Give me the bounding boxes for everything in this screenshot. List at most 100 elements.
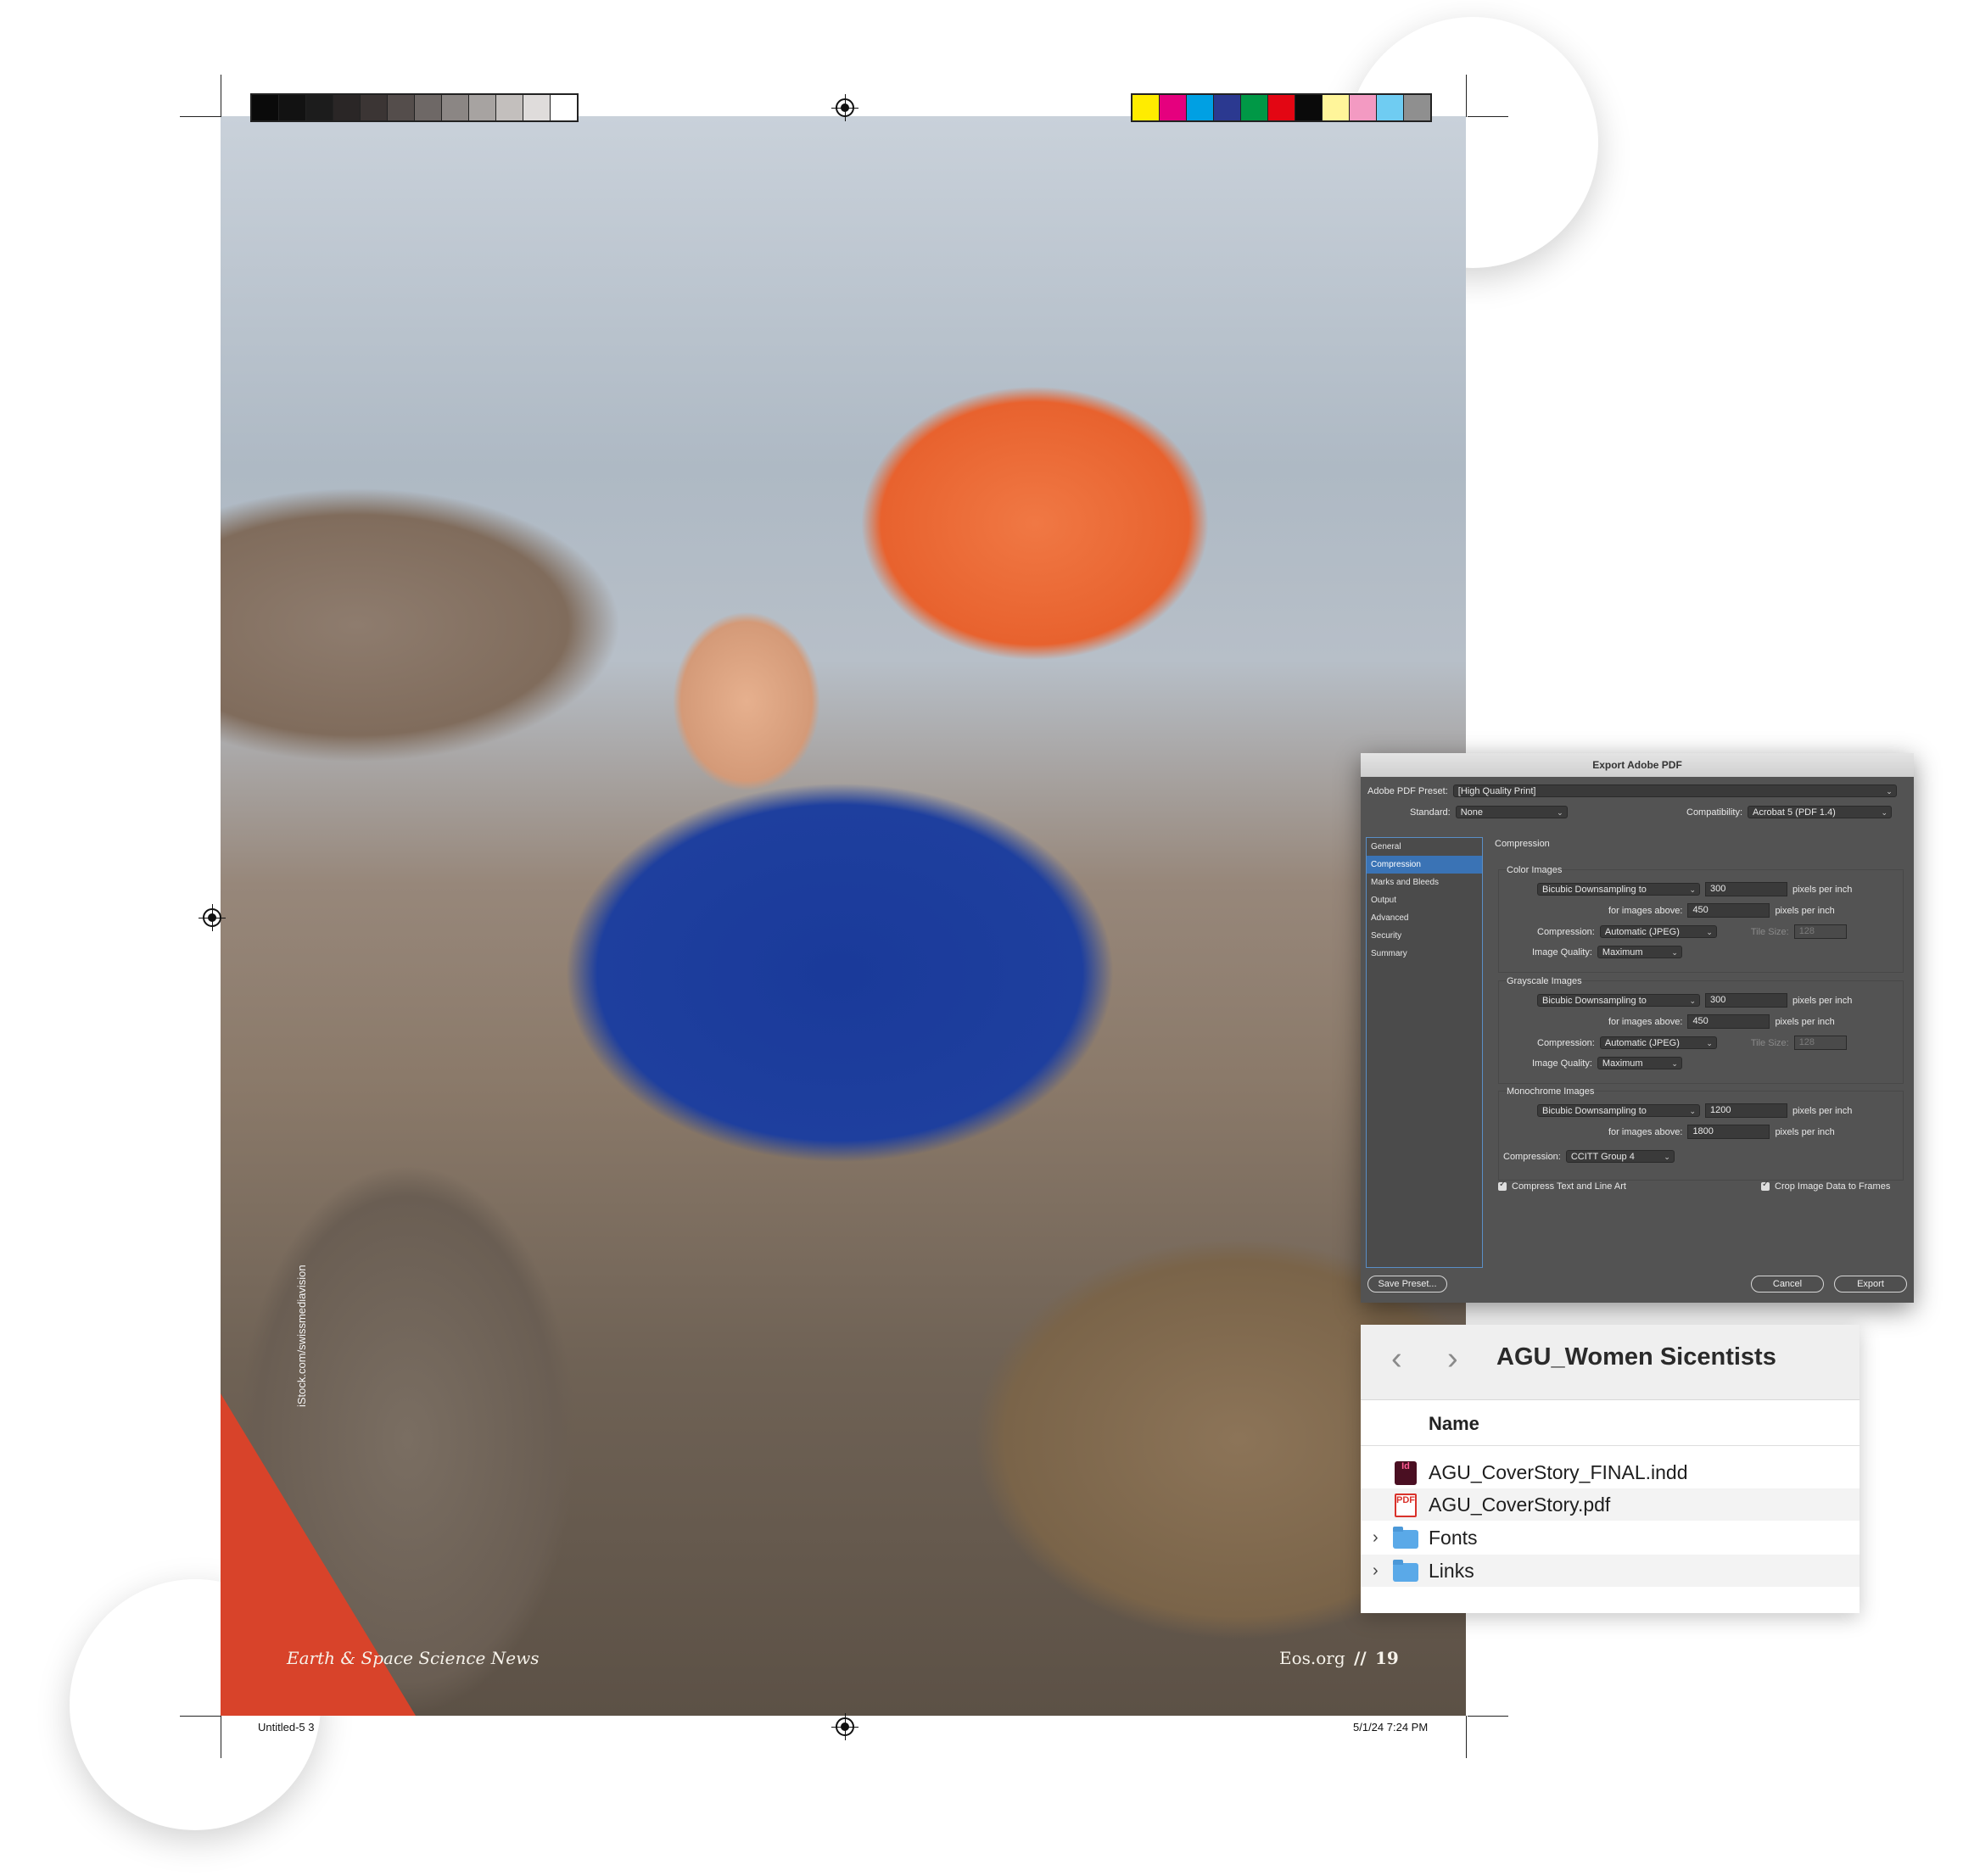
- grayscale-above-field[interactable]: 450: [1687, 1014, 1770, 1029]
- color-swatch: [496, 95, 523, 120]
- color-swatch: [279, 95, 306, 120]
- checkbox-checked-icon[interactable]: [1761, 1180, 1770, 1191]
- color-swatch: [551, 95, 577, 120]
- chevron-down-icon: ⌄: [1689, 1107, 1696, 1115]
- monochrome-compression-select[interactable]: CCITT Group 4 ⌄: [1565, 1150, 1675, 1163]
- color-swatch: [306, 95, 333, 120]
- sidebar-item-compression[interactable]: Compression: [1367, 856, 1482, 874]
- grayscale-downsampling-select[interactable]: Bicubic Downsampling to ⌄: [1537, 994, 1700, 1007]
- preset-label: Adobe PDF Preset:: [1367, 785, 1448, 796]
- sidebar-item-security[interactable]: Security: [1367, 927, 1482, 945]
- color-quality-label: Image Quality:: [1532, 946, 1592, 958]
- indesign-file-icon: Id: [1395, 1461, 1417, 1485]
- color-swatch: [1295, 95, 1323, 120]
- chevron-down-icon: ⌄: [1881, 808, 1888, 817]
- cancel-button[interactable]: Cancel: [1751, 1276, 1824, 1293]
- folder-row-links[interactable]: › Links: [1361, 1555, 1860, 1587]
- monochrome-compression-label: Compression:: [1503, 1151, 1561, 1162]
- save-preset-button[interactable]: Save Preset...: [1367, 1276, 1447, 1293]
- registration-mark-top: [831, 94, 858, 121]
- dialog-title: Export Adobe PDF: [1361, 753, 1914, 777]
- chevron-down-icon: ⌄: [1706, 1039, 1713, 1047]
- standard-label: Standard:: [1410, 807, 1451, 818]
- checkbox-checked-icon[interactable]: [1498, 1180, 1507, 1191]
- grayscale-quality-value: Maximum: [1602, 1058, 1643, 1069]
- folio-page-number: 19: [1375, 1648, 1399, 1668]
- grayscale-above-label: for images above:: [1608, 1016, 1683, 1027]
- compatibility-select[interactable]: Acrobat 5 (PDF 1.4) ⌄: [1748, 806, 1893, 818]
- folder-row-fonts[interactable]: › Fonts: [1361, 1521, 1860, 1554]
- monochrome-above-unit: pixels per inch: [1775, 1126, 1835, 1137]
- compress-text-checkbox[interactable]: Compress Text and Line Art: [1498, 1180, 1626, 1192]
- crop-mark: [1466, 75, 1467, 117]
- color-swatch: [1404, 95, 1430, 120]
- folio-page: Eos.org // 19: [1279, 1648, 1399, 1668]
- color-swatch: [252, 95, 279, 120]
- forward-chevron-icon[interactable]: ›: [1447, 1342, 1458, 1376]
- monochrome-ppi-unit: pixels per inch: [1792, 1105, 1853, 1116]
- crop-image-checkbox[interactable]: Crop Image Data to Frames: [1761, 1180, 1890, 1192]
- crop-mark: [1466, 1716, 1467, 1758]
- disclosure-chevron-icon[interactable]: ›: [1373, 1521, 1379, 1554]
- grayscale-quality-select[interactable]: Maximum ⌄: [1597, 1057, 1682, 1069]
- folio-publication: Earth & Space Science News: [287, 1648, 540, 1668]
- sidebar-item-general[interactable]: General: [1367, 838, 1482, 856]
- crop-mark: [1468, 116, 1508, 117]
- preset-select[interactable]: [High Quality Print] ⌄: [1452, 784, 1897, 797]
- color-downsampling-select[interactable]: Bicubic Downsampling to ⌄: [1537, 883, 1700, 896]
- color-swatch: [1268, 95, 1295, 120]
- standard-value: None: [1460, 807, 1483, 818]
- grayscale-quality-label: Image Quality:: [1532, 1058, 1592, 1069]
- chevron-down-icon: ⌄: [1689, 997, 1696, 1005]
- sidebar-item-output[interactable]: Output: [1367, 891, 1482, 909]
- monochrome-above-label: for images above:: [1608, 1126, 1683, 1137]
- folder-name: Fonts: [1429, 1527, 1478, 1549]
- monochrome-images-title: Monochrome Images: [1507, 1086, 1595, 1097]
- standard-select[interactable]: None ⌄: [1455, 806, 1568, 818]
- color-quality-value: Maximum: [1602, 947, 1643, 958]
- compress-text-label: Compress Text and Line Art: [1512, 1181, 1626, 1192]
- disclosure-chevron-icon[interactable]: ›: [1373, 1555, 1379, 1587]
- pdf-file-icon: PDF: [1395, 1494, 1417, 1517]
- grayscale-compression-value: Automatic (JPEG): [1604, 1038, 1680, 1048]
- chevron-down-icon: ⌄: [1886, 787, 1893, 796]
- color-quality-select[interactable]: Maximum ⌄: [1597, 946, 1682, 958]
- color-ppi-field[interactable]: 300: [1705, 882, 1787, 896]
- sidebar-item-advanced[interactable]: Advanced: [1367, 909, 1482, 927]
- file-name: AGU_CoverStory_FINAL.indd: [1429, 1461, 1688, 1483]
- export-button[interactable]: Export: [1834, 1276, 1907, 1293]
- grayscale-ppi-field[interactable]: 300: [1705, 993, 1787, 1008]
- monochrome-above-field[interactable]: 1800: [1687, 1125, 1770, 1139]
- back-chevron-icon[interactable]: ‹: [1391, 1342, 1402, 1376]
- registration-mark-bottom: [831, 1713, 858, 1740]
- color-swatch: [388, 95, 415, 120]
- grayscale-images-title: Grayscale Images: [1507, 976, 1582, 986]
- file-row-indd[interactable]: Id AGU_CoverStory_FINAL.indd: [1361, 1456, 1860, 1488]
- sidebar-item-summary[interactable]: Summary: [1367, 945, 1482, 963]
- color-ppi-unit: pixels per inch: [1792, 884, 1853, 895]
- color-above-field[interactable]: 450: [1687, 903, 1770, 918]
- grayscale-compression-select[interactable]: Automatic (JPEG) ⌄: [1599, 1036, 1717, 1049]
- grayscale-tile-label: Tile Size:: [1750, 1037, 1789, 1048]
- file-row-pdf[interactable]: PDF AGU_CoverStory.pdf: [1361, 1488, 1860, 1521]
- color-compression-select[interactable]: Automatic (JPEG) ⌄: [1599, 925, 1717, 938]
- sidebar-item-marks-and-bleeds[interactable]: Marks and Bleeds: [1367, 874, 1482, 891]
- monochrome-ppi-field[interactable]: 1200: [1705, 1103, 1787, 1118]
- monochrome-downsampling-select[interactable]: Bicubic Downsampling to ⌄: [1537, 1104, 1700, 1117]
- chevron-down-icon: ⌄: [1671, 948, 1678, 957]
- folder-icon: [1393, 1560, 1418, 1582]
- crop-mark: [180, 116, 221, 117]
- chevron-down-icon: ⌄: [1671, 1059, 1678, 1068]
- color-above-label: for images above:: [1608, 905, 1683, 916]
- header-divider: [1361, 1445, 1860, 1446]
- color-swatch: [1160, 95, 1187, 120]
- color-swatch: [1377, 95, 1404, 120]
- grayscale-above-unit: pixels per inch: [1775, 1016, 1835, 1027]
- color-swatch: [361, 95, 388, 120]
- color-swatch: [1323, 95, 1350, 120]
- name-column-header[interactable]: Name: [1429, 1413, 1479, 1435]
- slug-timestamp: 5/1/24 7:24 PM: [1353, 1721, 1429, 1734]
- color-swatch: [333, 95, 361, 120]
- color-swatch: [1241, 95, 1268, 120]
- crop-mark: [180, 1716, 221, 1717]
